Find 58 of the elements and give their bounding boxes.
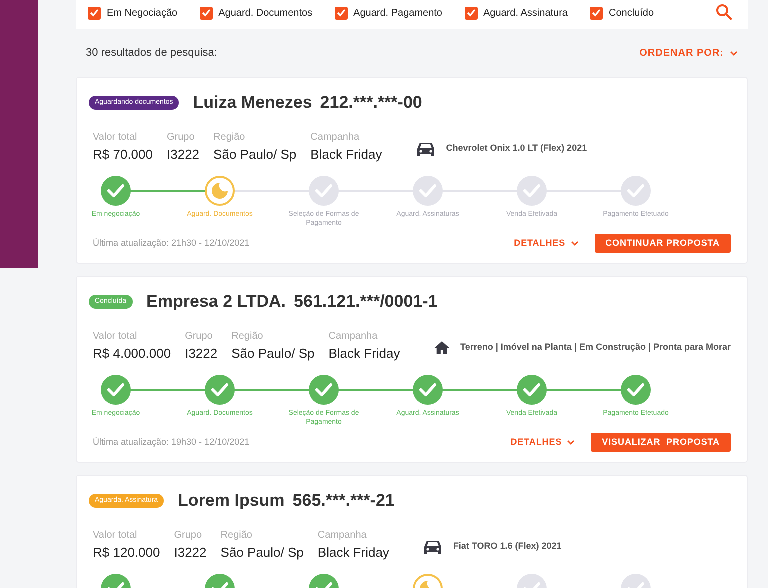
last-update: Última atualização: 19h30 - 12/10/2021 bbox=[93, 436, 250, 449]
checkbox[interactable] bbox=[464, 6, 478, 20]
chevron-down-icon bbox=[730, 50, 738, 56]
client-document: 561.121.***/0001-1 bbox=[294, 291, 438, 313]
field-label: Grupo bbox=[185, 330, 214, 344]
house-icon bbox=[434, 338, 451, 357]
filter-label: Aguard. Documentos bbox=[218, 6, 313, 20]
asset-description: Fiat TORO 1.6 (Flex) 2021 bbox=[453, 540, 562, 553]
client-document: 565.***.***-21 bbox=[292, 490, 395, 512]
field-value: São Paulo/ Sp bbox=[232, 344, 315, 363]
checkbox[interactable] bbox=[590, 6, 603, 20]
field-value: São Paulo/ Sp bbox=[220, 544, 304, 562]
checkbox[interactable] bbox=[200, 6, 213, 20]
last-update: Última atualização: 21h30 - 12/10/2021 bbox=[93, 236, 250, 250]
filter-label: Aguard. Assinatura bbox=[484, 6, 568, 20]
field-label: Campanha bbox=[328, 330, 379, 344]
field-value: R$ 120.000 bbox=[93, 544, 160, 562]
car-icon bbox=[416, 140, 436, 157]
field-label: Grupo bbox=[174, 528, 204, 542]
results-count: 30 resultados de pesquisa: bbox=[86, 46, 218, 61]
asset-description: Terreno | Imóvel na Planta | Em Construção | Pronta para Morar bbox=[460, 341, 731, 354]
client-name: Lorem Ipsum bbox=[178, 490, 285, 512]
field-value: I3222 bbox=[174, 544, 207, 562]
client-name: Luiza Menezes bbox=[193, 92, 312, 114]
checkbox[interactable] bbox=[334, 6, 348, 20]
field-value: R$ 70.000 bbox=[93, 146, 153, 164]
chevron-down-icon bbox=[567, 440, 576, 445]
field-label: Região bbox=[220, 528, 254, 542]
field-label: Valor total bbox=[93, 528, 138, 542]
client-name: Empresa 2 LTDA. bbox=[146, 291, 286, 313]
field-label: Grupo bbox=[167, 130, 196, 144]
details-button[interactable]: DETALHES bbox=[514, 236, 579, 250]
asset-description: Chevrolet Onix 1.0 LT (Flex) 2021 bbox=[446, 142, 588, 155]
filter-label: Aguard. Pagamento bbox=[354, 6, 442, 20]
filter-label: Concluído bbox=[609, 6, 654, 20]
details-button[interactable]: DETALHES bbox=[510, 436, 576, 450]
sort-button[interactable]: ORDENAR POR: bbox=[640, 46, 738, 60]
checkbox[interactable] bbox=[88, 6, 101, 20]
field-label: Valor total bbox=[93, 330, 138, 344]
filter-label: Em Negociação bbox=[107, 6, 178, 20]
field-label: Valor total bbox=[93, 130, 138, 144]
primary-action-button[interactable]: CONTINUAR PROPOSTA bbox=[594, 234, 731, 253]
field-value: I3222 bbox=[185, 344, 218, 362]
field-value: Black Friday bbox=[318, 544, 390, 562]
field-value: R$ 4.000.000 bbox=[93, 344, 172, 362]
field-value: Black Friday bbox=[310, 146, 382, 164]
field-label: Região bbox=[232, 330, 264, 344]
field-value: I3222 bbox=[167, 146, 200, 164]
car-icon bbox=[423, 538, 444, 555]
client-document: 212.***.***-00 bbox=[320, 92, 422, 114]
chevron-down-icon bbox=[570, 241, 579, 246]
field-value: Black Friday bbox=[328, 344, 400, 363]
field-label: Campanha bbox=[310, 130, 361, 144]
field-label: Região bbox=[214, 130, 246, 144]
search-icon[interactable] bbox=[716, 4, 732, 20]
primary-action-button[interactable]: VISUALIZAR PROPOSTA bbox=[591, 433, 731, 452]
field-value: São Paulo/ Sp bbox=[214, 146, 297, 164]
field-label: Campanha bbox=[318, 528, 368, 542]
